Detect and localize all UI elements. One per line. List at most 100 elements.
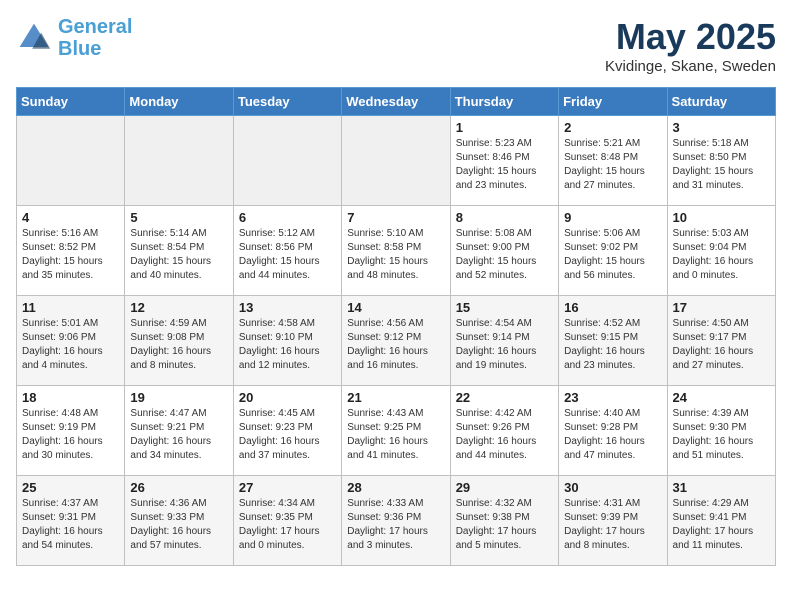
day-number: 13 [239, 300, 336, 315]
header-saturday: Saturday [667, 88, 775, 116]
cell-info: Sunrise: 4:58 AMSunset: 9:10 PMDaylight:… [239, 317, 336, 373]
calendar-cell: 10 Sunrise: 5:03 AMSunset: 9:04 PMDayligh… [667, 206, 775, 296]
week-row-5: 25Sunrise: 4:37 AMSunset: 9:31 PMDayligh… [17, 476, 776, 566]
calendar-cell [342, 116, 450, 206]
calendar-table: SundayMondayTuesdayWednesdayThursdayFrid… [16, 87, 776, 566]
calendar-cell: 6 Sunrise: 5:12 AMSunset: 8:56 PMDaylight… [233, 206, 341, 296]
calendar-cell: 23Sunrise: 4:40 AMSunset: 9:28 PMDayligh… [559, 386, 667, 476]
header-wednesday: Wednesday [342, 88, 450, 116]
calendar-cell: 9 Sunrise: 5:06 AMSunset: 9:02 PMDaylight… [559, 206, 667, 296]
day-number: 9 [564, 210, 661, 225]
calendar-cell: 22 Sunrise: 4:42 AMSunset: 9:26 PMDayligh… [450, 386, 558, 476]
calendar-cell: 16Sunrise: 4:52 AMSunset: 9:15 PMDayligh… [559, 296, 667, 386]
cell-info: Sunrise: 5:08 AMSunset: 9:00 PMDaylight:… [456, 227, 553, 283]
calendar-cell: 25Sunrise: 4:37 AMSunset: 9:31 PMDayligh… [17, 476, 125, 566]
cell-info: Sunrise: 5:16 AMSunset: 8:52 PMDaylight:… [22, 227, 119, 283]
calendar-cell: 14 Sunrise: 4:56 AMSunset: 9:12 PMDayligh… [342, 296, 450, 386]
logo: General Blue [16, 16, 132, 60]
calendar-cell: 7 Sunrise: 5:10 AMSunset: 8:58 PMDaylight… [342, 206, 450, 296]
header-tuesday: Tuesday [233, 88, 341, 116]
title-block: May 2025 Kvidinge, Skane, Sweden [605, 16, 776, 75]
calendar-cell: 12Sunrise: 4:59 AMSunset: 9:08 PMDayligh… [125, 296, 233, 386]
day-number: 10 [673, 210, 770, 225]
calendar-cell: 17 Sunrise: 4:50 AMSunset: 9:17 PMDayligh… [667, 296, 775, 386]
day-number: 28 [347, 480, 444, 495]
page-header: General Blue May 2025 Kvidinge, Skane, S… [16, 16, 776, 75]
cell-info: Sunrise: 4:45 AMSunset: 9:23 PMDaylight:… [239, 407, 336, 463]
cell-info: Sunrise: 4:56 AMSunset: 9:12 PMDaylight:… [347, 317, 444, 373]
location: Kvidinge, Skane, Sweden [605, 58, 776, 75]
day-number: 14 [347, 300, 444, 315]
calendar-cell [125, 116, 233, 206]
calendar-cell [233, 116, 341, 206]
cell-info: Sunrise: 4:40 AMSunset: 9:28 PMDaylight:… [564, 407, 661, 463]
header-monday: Monday [125, 88, 233, 116]
cell-info: Sunrise: 4:50 AMSunset: 9:17 PMDaylight:… [673, 317, 770, 373]
header-sunday: Sunday [17, 88, 125, 116]
day-number: 6 [239, 210, 336, 225]
day-number: 7 [347, 210, 444, 225]
cell-info: Sunrise: 4:54 AMSunset: 9:14 PMDaylight:… [456, 317, 553, 373]
calendar-cell: 3 Sunrise: 5:18 AMSunset: 8:50 PMDaylight… [667, 116, 775, 206]
week-row-2: 4Sunrise: 5:16 AMSunset: 8:52 PMDaylight… [17, 206, 776, 296]
cell-info: Sunrise: 5:06 AMSunset: 9:02 PMDaylight:… [564, 227, 661, 283]
day-number: 31 [673, 480, 770, 495]
cell-info: Sunrise: 4:42 AMSunset: 9:26 PMDaylight:… [456, 407, 553, 463]
calendar-cell: 18 Sunrise: 4:48 AMSunset: 9:19 PMDayligh… [17, 386, 125, 476]
calendar-cell: 11 Sunrise: 5:01 AMSunset: 9:06 PMDayligh… [17, 296, 125, 386]
cell-info: Sunrise: 5:14 AMSunset: 8:54 PMDaylight:… [130, 227, 227, 283]
cell-info: Sunrise: 4:48 AMSunset: 9:19 PMDaylight:… [22, 407, 119, 463]
cell-info: Sunrise: 4:47 AMSunset: 9:21 PMDaylight:… [130, 407, 227, 463]
day-number: 19 [130, 390, 227, 405]
cell-info: Sunrise: 5:23 AMSunset: 8:46 PMDaylight:… [456, 137, 553, 193]
calendar-cell: 19 Sunrise: 4:47 AMSunset: 9:21 PMDayligh… [125, 386, 233, 476]
day-number: 15 [456, 300, 553, 315]
calendar-cell: 21 Sunrise: 4:43 AMSunset: 9:25 PMDayligh… [342, 386, 450, 476]
day-number: 1 [456, 120, 553, 135]
week-row-4: 18 Sunrise: 4:48 AMSunset: 9:19 PMDayligh… [17, 386, 776, 476]
day-number: 30 [564, 480, 661, 495]
calendar-cell: 31 Sunrise: 4:29 AMSunset: 9:41 PMDayligh… [667, 476, 775, 566]
cell-info: Sunrise: 4:59 AMSunset: 9:08 PMDaylight:… [130, 317, 227, 373]
calendar-cell: 28 Sunrise: 4:33 AMSunset: 9:36 PMDayligh… [342, 476, 450, 566]
day-number: 5 [130, 210, 227, 225]
day-number: 29 [456, 480, 553, 495]
day-number: 17 [673, 300, 770, 315]
header-friday: Friday [559, 88, 667, 116]
calendar-cell: 27 Sunrise: 4:34 AMSunset: 9:35 PMDayligh… [233, 476, 341, 566]
calendar-cell: 8 Sunrise: 5:08 AMSunset: 9:00 PMDaylight… [450, 206, 558, 296]
day-number: 18 [22, 390, 119, 405]
cell-info: Sunrise: 4:39 AMSunset: 9:30 PMDaylight:… [673, 407, 770, 463]
week-row-3: 11 Sunrise: 5:01 AMSunset: 9:06 PMDayligh… [17, 296, 776, 386]
cell-info: Sunrise: 5:18 AMSunset: 8:50 PMDaylight:… [673, 137, 770, 193]
week-row-1: 1 Sunrise: 5:23 AMSunset: 8:46 PMDaylight… [17, 116, 776, 206]
calendar-cell: 15 Sunrise: 4:54 AMSunset: 9:14 PMDayligh… [450, 296, 558, 386]
header-thursday: Thursday [450, 88, 558, 116]
day-number: 21 [347, 390, 444, 405]
calendar-cell [17, 116, 125, 206]
day-number: 2 [564, 120, 661, 135]
cell-info: Sunrise: 5:10 AMSunset: 8:58 PMDaylight:… [347, 227, 444, 283]
cell-info: Sunrise: 5:01 AMSunset: 9:06 PMDaylight:… [22, 317, 119, 373]
cell-info: Sunrise: 4:29 AMSunset: 9:41 PMDaylight:… [673, 497, 770, 553]
day-number: 3 [673, 120, 770, 135]
cell-info: Sunrise: 5:21 AMSunset: 8:48 PMDaylight:… [564, 137, 661, 193]
cell-info: Sunrise: 5:12 AMSunset: 8:56 PMDaylight:… [239, 227, 336, 283]
cell-info: Sunrise: 4:43 AMSunset: 9:25 PMDaylight:… [347, 407, 444, 463]
calendar-cell: 5 Sunrise: 5:14 AMSunset: 8:54 PMDaylight… [125, 206, 233, 296]
cell-info: Sunrise: 4:34 AMSunset: 9:35 PMDaylight:… [239, 497, 336, 553]
day-number: 25 [22, 480, 119, 495]
cell-info: Sunrise: 5:03 AMSunset: 9:04 PMDaylight:… [673, 227, 770, 283]
day-number: 8 [456, 210, 553, 225]
day-number: 24 [673, 390, 770, 405]
cell-info: Sunrise: 4:33 AMSunset: 9:36 PMDaylight:… [347, 497, 444, 553]
calendar-cell: 4Sunrise: 5:16 AMSunset: 8:52 PMDaylight… [17, 206, 125, 296]
calendar-cell: 1 Sunrise: 5:23 AMSunset: 8:46 PMDaylight… [450, 116, 558, 206]
calendar-cell: 20Sunrise: 4:45 AMSunset: 9:23 PMDayligh… [233, 386, 341, 476]
month-title: May 2025 [605, 16, 776, 58]
calendar-cell: 29Sunrise: 4:32 AMSunset: 9:38 PMDayligh… [450, 476, 558, 566]
day-number: 11 [22, 300, 119, 315]
day-number: 27 [239, 480, 336, 495]
calendar-cell: 13 Sunrise: 4:58 AMSunset: 9:10 PMDayligh… [233, 296, 341, 386]
day-number: 22 [456, 390, 553, 405]
